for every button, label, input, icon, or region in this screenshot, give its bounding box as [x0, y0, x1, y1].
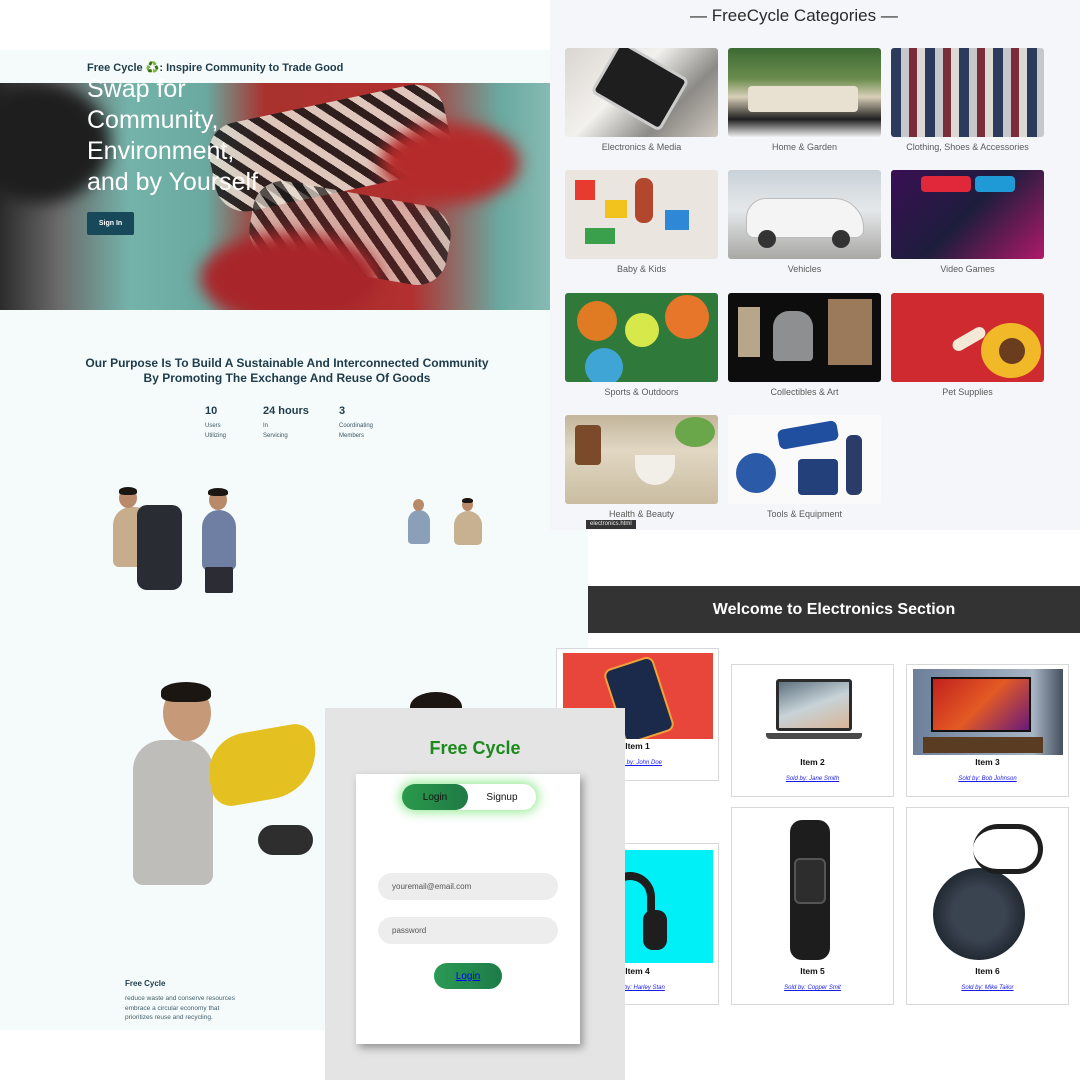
category-video-games[interactable] — [891, 170, 1044, 259]
stat-hours: 24 hours In Servicing — [263, 405, 309, 441]
category-tools-equipment[interactable] — [728, 415, 881, 504]
hero-line: and by Yourself — [87, 168, 258, 196]
stat-number: 24 hours — [263, 405, 309, 417]
item-card[interactable]: Item 6 Sold by: Mike Tailor — [906, 807, 1069, 1005]
item-card[interactable]: Item 2 Sold by: Jane Smith — [731, 664, 894, 797]
category-vehicles[interactable] — [728, 170, 881, 259]
stat-label: Users Utilizing — [205, 423, 227, 439]
item-image — [913, 669, 1063, 755]
tab-signup[interactable]: Signup — [468, 784, 536, 810]
category-label[interactable]: Video Games — [891, 264, 1044, 274]
login-signup-toggle: Login Signup — [402, 784, 536, 810]
item-image — [738, 669, 888, 755]
link-url-tooltip: electronics.html — [586, 520, 636, 529]
footer-brand: Free Cycle — [125, 979, 166, 988]
item-seller-link[interactable]: Sold by: Mike Tailor — [907, 985, 1068, 991]
item-name: Item 3 — [975, 757, 1000, 767]
title-dash: — — [876, 6, 898, 25]
category-home-garden[interactable] — [728, 48, 881, 137]
hero-line: Environment, — [87, 137, 235, 165]
categories-page: — FreeCycle Categories — Electronics & M… — [550, 0, 1080, 530]
email-field[interactable]: youremail@email.com — [378, 873, 558, 900]
stat-number: 10 — [205, 405, 218, 417]
category-sports-outdoors[interactable] — [565, 293, 718, 382]
category-label[interactable]: Clothing, Shoes & Accessories — [891, 142, 1044, 152]
hero-line: Community, — [87, 106, 219, 134]
item-card[interactable]: Item 3 Sold by: Bob Johnson — [906, 664, 1069, 797]
item-name: Item 2 — [800, 757, 825, 767]
item-image — [913, 818, 1063, 963]
category-pet-supplies[interactable] — [891, 293, 1044, 382]
category-label[interactable]: Pet Supplies — [891, 387, 1044, 397]
password-field[interactable]: password — [378, 917, 558, 944]
login-page: Free Cycle Login Signup youremail@email.… — [325, 708, 625, 1080]
stat-members: 3 Coordinating Members — [339, 405, 373, 441]
pillow-exchange-photo — [128, 680, 328, 890]
sign-in-button[interactable]: Sign In — [87, 212, 134, 235]
categories-title: — FreeCycle Categories — — [690, 6, 898, 25]
category-baby-kids[interactable] — [565, 170, 718, 259]
electronics-page: Welcome to Electronics Section Item 1 So… — [556, 530, 1080, 1080]
item-seller-link[interactable]: Sold by: Copper Smit — [732, 985, 893, 991]
tab-login[interactable]: Login — [402, 784, 468, 810]
category-label[interactable]: Collectibles & Art — [728, 387, 881, 397]
electronics-banner: Welcome to Electronics Section — [588, 586, 1080, 633]
hero-headline: Swap for Community, Environment, and by … — [87, 74, 337, 198]
title-dash: — — [690, 6, 712, 25]
item-name: Item 6 — [975, 966, 1000, 976]
people-exchange-photo — [107, 485, 242, 595]
item-name: Item 5 — [800, 966, 825, 976]
stat-label: Coordinating Members — [339, 423, 374, 439]
category-label[interactable]: Tools & Equipment — [728, 509, 881, 519]
login-submit-button[interactable]: Login — [434, 963, 502, 989]
item-seller-link[interactable]: Sold by: Jane Smith — [732, 776, 893, 782]
site-title: Free Cycle ♻️: Inspire Community to Trad… — [87, 62, 344, 74]
footer-text: reduce waste and conserve resources embr… — [125, 995, 235, 1021]
item-image — [738, 818, 888, 963]
category-label[interactable]: Baby & Kids — [565, 264, 718, 274]
stat-number: 3 — [339, 405, 346, 417]
category-health-beauty[interactable] — [565, 415, 718, 504]
category-clothing[interactable] — [891, 48, 1044, 137]
category-label[interactable]: Electronics & Media — [565, 142, 718, 152]
item-card[interactable]: Item 5 Sold by: Copper Smit — [731, 807, 894, 1005]
category-label[interactable]: Vehicles — [728, 264, 881, 274]
category-label[interactable]: Health & Beauty — [565, 509, 718, 519]
login-card: Login Signup youremail@email.com passwor… — [356, 774, 580, 1044]
category-label[interactable]: Sports & Outdoors — [565, 387, 718, 397]
category-label[interactable]: Home & Garden — [728, 142, 881, 152]
hero-line: Swap for — [87, 75, 186, 103]
item-seller-link[interactable]: Sold by: Bob Johnson — [907, 776, 1068, 782]
small-exchange-photo — [406, 498, 486, 546]
stat-label: In Servicing — [263, 423, 288, 439]
purpose-statement: Our Purpose Is To Build A Sustainable An… — [85, 356, 489, 385]
stat-users: 10 Users Utilizing — [205, 405, 226, 441]
category-electronics-media[interactable] — [565, 48, 718, 137]
login-brand: Free Cycle — [429, 738, 521, 758]
category-collectibles-art[interactable] — [728, 293, 881, 382]
